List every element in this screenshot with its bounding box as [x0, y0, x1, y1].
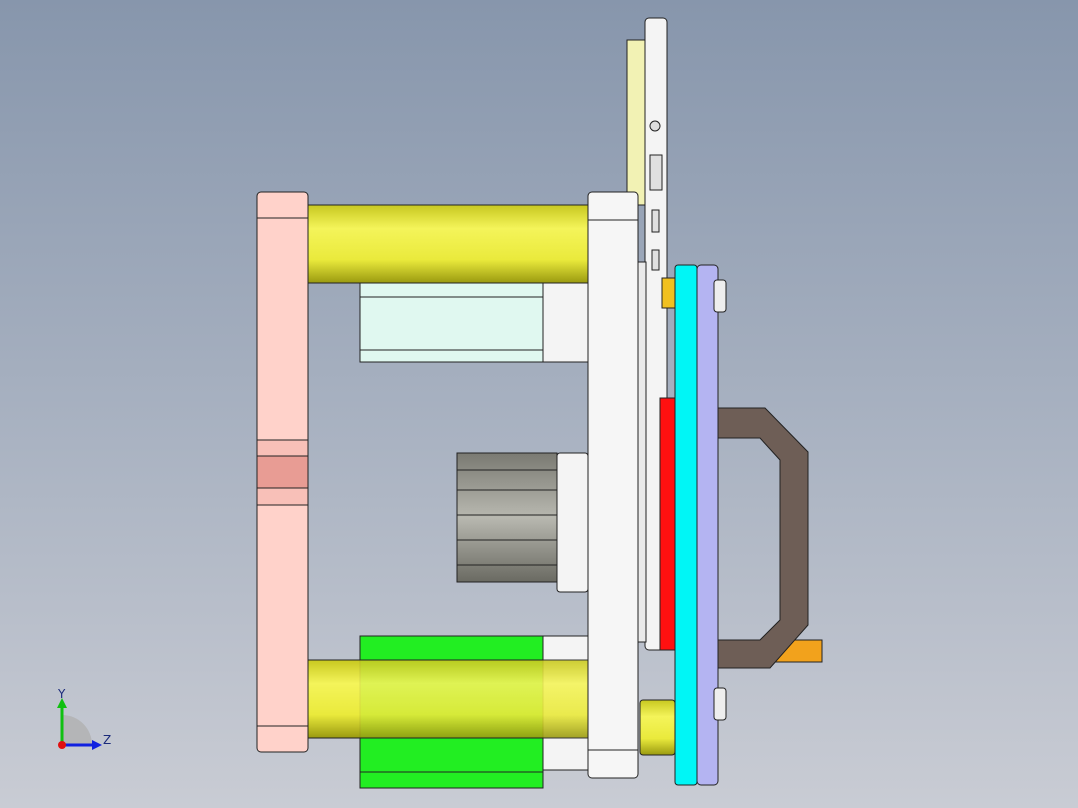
y-axis-label: Y — [57, 687, 66, 701]
plate-slot — [649, 154, 663, 191]
plate-slot — [651, 209, 660, 233]
plate-hole — [649, 120, 661, 132]
guide-rod-bottom-front — [307, 659, 591, 739]
x-axis-dot — [58, 741, 66, 749]
gray-ribbed-block[interactable] — [456, 452, 558, 583]
axis-triad: Y Z — [57, 687, 111, 750]
handle[interactable] — [717, 407, 809, 669]
light-yellow-plate[interactable] — [626, 39, 646, 206]
red-insert[interactable] — [659, 397, 676, 651]
white-spacer[interactable] — [542, 282, 589, 363]
cyan-plate[interactable] — [674, 264, 698, 786]
bolt-head[interactable] — [713, 279, 727, 313]
main-white-plate[interactable] — [587, 191, 639, 779]
bolt-head[interactable] — [713, 687, 727, 721]
plate-slot — [651, 249, 660, 271]
cad-viewport[interactable]: Y Z — [0, 0, 1078, 808]
yellow-cylinder[interactable] — [639, 699, 676, 756]
white-spacer[interactable] — [556, 452, 589, 593]
guide-rod-top[interactable] — [307, 204, 591, 284]
z-axis-label: Z — [103, 733, 111, 747]
yellow-pin[interactable] — [661, 277, 676, 309]
